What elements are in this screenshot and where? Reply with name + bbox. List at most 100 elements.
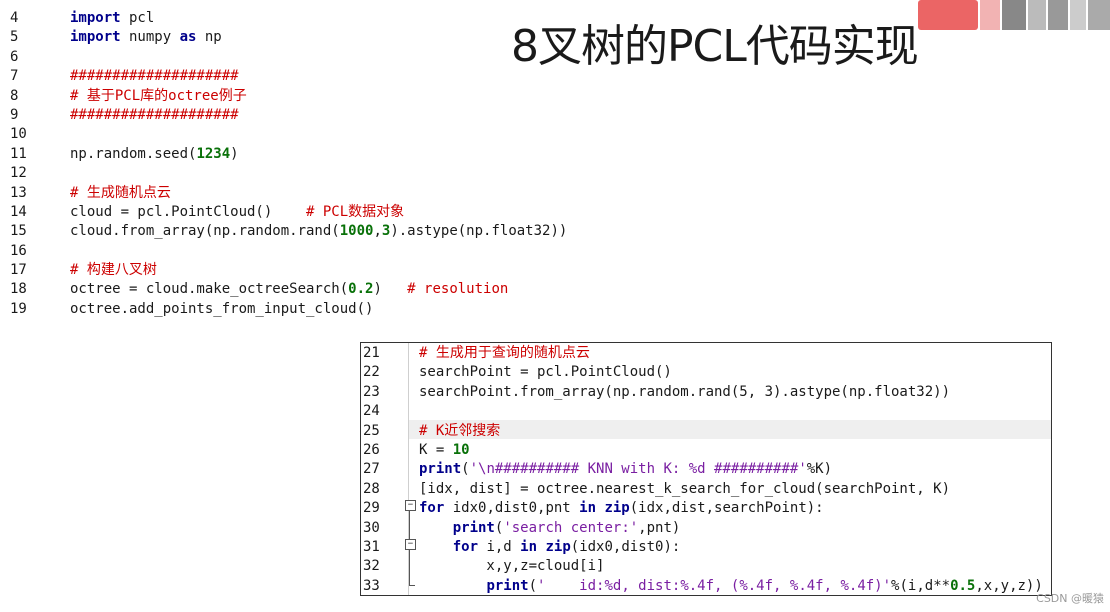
code-line: 5 import numpy as np (10, 28, 570, 47)
code-token: zip (604, 500, 630, 517)
line-number: 28 (363, 480, 380, 497)
fold-marker-icon[interactable]: − (405, 500, 416, 511)
code-line: 27 print('\n########## KNN with K: %d ###… (363, 460, 1049, 479)
code-token: x,y,z=cloud[i] (419, 558, 605, 575)
code-line: 19 octree.add_points_from_input_cloud() (10, 300, 570, 319)
code-token: ) (373, 281, 408, 298)
code-text: cloud.from_array(np.random.rand(1000,3).… (70, 222, 567, 241)
line-number: 29 (363, 500, 380, 517)
line-number: 10 (10, 126, 27, 143)
code-token: 0.2 (348, 281, 374, 298)
code-token: 10 (452, 441, 470, 458)
code-line: 9 #################### (10, 106, 570, 125)
code-token: 1234 (196, 145, 231, 162)
code-line: 21 # 生成用于查询的随机点云 (363, 344, 1049, 363)
line-number: 6 (10, 48, 19, 65)
code-token: import (70, 10, 121, 26)
code-text: searchPoint.from_array(np.random.rand(5,… (419, 383, 950, 402)
code-line: 7 #################### (10, 67, 570, 86)
code-text: x,y,z=cloud[i] (419, 557, 604, 576)
code-text: #################### (70, 106, 239, 125)
line-number: 7 (10, 68, 19, 85)
code-token: ( (461, 461, 470, 478)
code-line: 13 # 生成随机点云 (10, 184, 570, 203)
code-token: # resolution (407, 281, 509, 298)
code-token: K = (419, 441, 453, 458)
line-number: 22 (363, 364, 380, 381)
code-line: 8 # 基于PCL库的octree例子 (10, 87, 570, 106)
line-number: 24 (363, 403, 380, 420)
line-number: 13 (10, 184, 27, 201)
line-number: 18 (10, 281, 27, 298)
code-line: 14 cloud = pcl.PointCloud() # PCL数据对象 (10, 203, 570, 222)
code-text: # 生成用于查询的随机点云 (419, 344, 590, 363)
code-line: 22 searchPoint = pcl.PointCloud() (363, 363, 1049, 382)
code-token: in (579, 500, 597, 517)
code-token: ' id:%d, dist:%.4f, (%.4f, %.4f, %.4f)' (537, 577, 892, 594)
fold-guide (409, 549, 410, 585)
code-token: searchPoint = pcl.PointCloud() (419, 364, 672, 381)
blurred-logo (918, 0, 1110, 32)
code-token: , (373, 223, 382, 240)
code-line: 4 import pcl (10, 9, 570, 28)
code-token: '\n########## KNN with K: %d ##########' (469, 461, 807, 478)
code-text: octree = cloud.make_octreeSearch(0.2) # … (70, 280, 508, 299)
code-token: #################### (70, 106, 239, 123)
line-number: 4 (10, 10, 19, 26)
fold-guide (409, 510, 410, 540)
code-text: #################### (70, 67, 239, 86)
code-token: # PCL数据对象 (306, 203, 405, 220)
code-text: # 构建八叉树 (70, 261, 157, 280)
code-token: 1000 (339, 223, 374, 240)
code-token: np (196, 29, 222, 46)
fold-marker-icon[interactable]: − (405, 539, 416, 550)
code-token: cloud = pcl.PointCloud() (70, 203, 307, 220)
code-line: 18 octree = cloud.make_octreeSearch(0.2) … (10, 280, 570, 299)
code-line: 24 (363, 402, 1049, 421)
code-line: 33 print(' id:%d, dist:%.4f, (%.4f, %.4f… (363, 577, 1049, 595)
top-code-editor: 4 import pcl 5 import numpy as np 6 7 ########… (10, 9, 570, 319)
code-text: import pcl (70, 9, 154, 28)
code-token: print (486, 577, 529, 594)
code-token: zip (545, 538, 571, 555)
code-token: #################### (70, 68, 239, 85)
code-token: np.random.seed( (70, 145, 197, 162)
code-token: # K近邻搜索 (419, 422, 501, 439)
slide-title: 8叉树的PCL代码实现 (511, 21, 919, 72)
code-token: import (70, 29, 121, 46)
code-line: 30 print('search center:',pnt) (363, 519, 1049, 538)
code-line: 31 for i,d in zip(idx0,dist0): (363, 538, 1049, 557)
code-text: cloud = pcl.PointCloud() # PCL数据对象 (70, 203, 404, 222)
code-text: # 基于PCL库的octree例子 (70, 87, 247, 106)
code-token: %(i,d** (891, 577, 951, 594)
code-text: K = 10 (419, 441, 470, 460)
line-number: 19 (10, 300, 27, 317)
code-line: 32 x,y,z=cloud[i] (363, 557, 1049, 576)
fold-end (409, 585, 415, 586)
code-token: ) (230, 145, 239, 162)
code-token: 'search center:' (503, 519, 639, 536)
code-line: 28 [idx, dist] = octree.nearest_k_search_… (363, 480, 1049, 499)
code-line: 26 K = 10 (363, 441, 1049, 460)
code-text: # 生成随机点云 (70, 184, 171, 203)
code-token: print (452, 519, 495, 536)
code-token: idx0,dist0,pnt (444, 500, 580, 517)
code-line: 16 (10, 242, 570, 261)
code-line: 10 (10, 125, 570, 144)
line-number: 8 (10, 87, 19, 104)
code-text: print('search center:',pnt) (419, 519, 681, 538)
code-token: print (419, 461, 462, 478)
line-number: 16 (10, 242, 27, 259)
line-number: 30 (363, 519, 380, 536)
code-text: searchPoint = pcl.PointCloud() (419, 363, 672, 382)
code-token: numpy (120, 29, 180, 46)
line-number: 5 (10, 29, 19, 46)
code-line: 6 (10, 48, 570, 67)
code-token: [idx, dist] = octree.nearest_k_search_fo… (419, 480, 951, 497)
code-token: 0.5 (950, 577, 976, 594)
code-text: octree.add_points_from_input_cloud() (70, 300, 373, 319)
code-text: np.random.seed(1234) (70, 145, 239, 164)
